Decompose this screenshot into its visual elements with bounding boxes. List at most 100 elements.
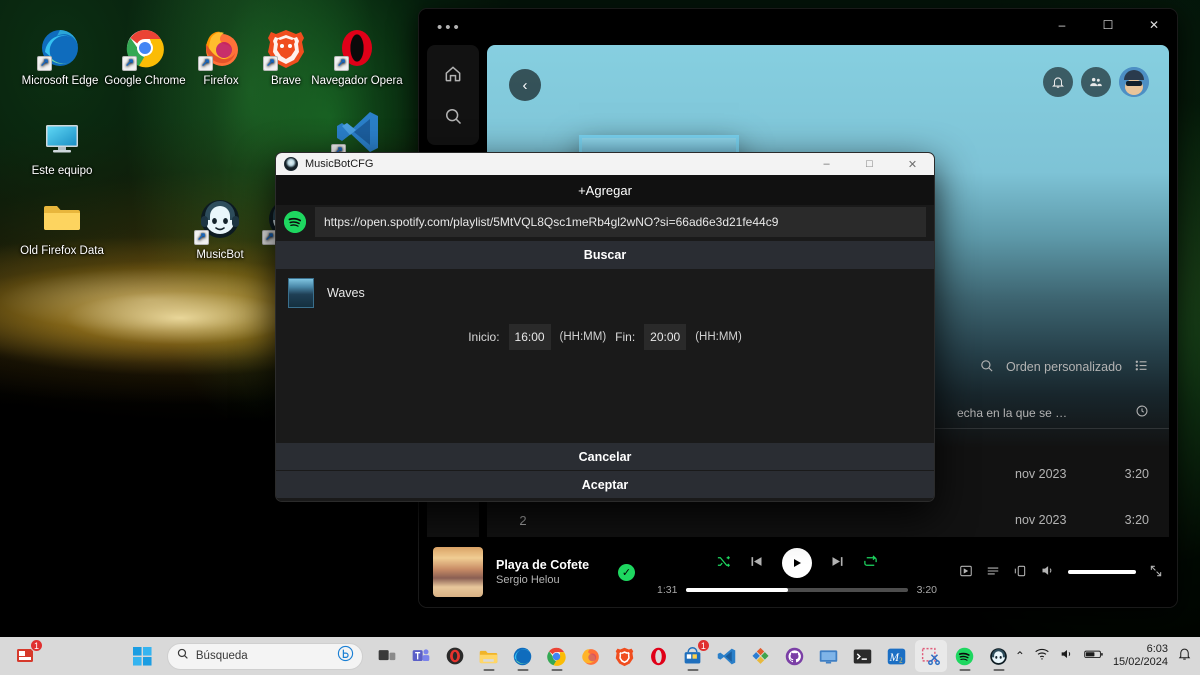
desktop-icon-this-pc[interactable]: Este equipo <box>14 116 110 178</box>
desktop-icon-old-firefox-data[interactable]: Old Firefox Data <box>14 196 110 258</box>
time-range-row: Inicio: (HH:MM) Fin: (HH:MM) <box>276 324 934 350</box>
bing-copilot-icon[interactable] <box>337 645 354 667</box>
column-date-added[interactable]: echa en la que se … <box>957 406 1107 420</box>
hero-actions <box>1043 67 1149 97</box>
desktop-icon-label: Navegador Opera <box>311 75 403 87</box>
search-result-item[interactable]: Waves <box>276 269 934 308</box>
maximize-button[interactable]: ☐ <box>1085 9 1131 41</box>
play-icon[interactable] <box>782 548 812 578</box>
sort-order-label[interactable]: Orden personalizado <box>1006 360 1122 374</box>
close-button[interactable]: ✕ <box>1131 9 1177 41</box>
volume-slider[interactable] <box>1068 570 1136 574</box>
search-icon[interactable] <box>979 358 994 376</box>
desktop-icon-edge[interactable]: ↗ Microsoft Edge <box>12 26 108 88</box>
end-time-hint: (HH:MM) <box>695 331 742 343</box>
clock-time: 6:03 <box>1146 643 1168 655</box>
vscode-icon[interactable] <box>711 640 743 672</box>
teams-icon[interactable] <box>405 640 437 672</box>
firefox-icon[interactable] <box>575 640 607 672</box>
add-button[interactable]: +Agregar <box>276 175 934 205</box>
previous-icon[interactable] <box>749 554 764 572</box>
bell-icon[interactable] <box>1177 646 1192 666</box>
dialog-close-button[interactable]: ✕ <box>891 153 934 175</box>
now-playing-title[interactable]: Playa de Cofete <box>496 558 608 573</box>
start-time-hint: (HH:MM) <box>559 331 607 343</box>
end-time-input[interactable] <box>644 324 687 350</box>
task-view-icon[interactable] <box>371 640 403 672</box>
vscode-icon: ↗ <box>331 106 384 159</box>
repeat-icon[interactable] <box>863 554 878 572</box>
chrome-icon[interactable] <box>541 640 573 672</box>
spotify-window-controls[interactable]: – ☐ ✕ <box>1039 9 1177 41</box>
dialog-maximize-button[interactable]: □ <box>848 153 891 175</box>
friends-icon[interactable] <box>1081 67 1111 97</box>
player-right-controls <box>959 563 1163 581</box>
taskbar-left: 1 <box>0 639 126 672</box>
track-date: nov 2023 <box>1015 513 1067 527</box>
dialog-window-controls[interactable]: – □ ✕ <box>805 153 934 175</box>
remote-desktop-icon[interactable] <box>813 640 845 672</box>
spotify-player-bar: Playa de Cofete Sergio Helou ✓ 1:31 3:20 <box>419 537 1177 607</box>
cancel-button[interactable]: Cancelar <box>276 442 934 470</box>
spotify-titlebar[interactable]: ••• – ☐ ✕ <box>419 9 1177 45</box>
visual-studio-icon[interactable] <box>745 640 777 672</box>
opera-gx-icon[interactable] <box>439 640 471 672</box>
terminal-icon[interactable] <box>847 640 879 672</box>
edge-icon[interactable] <box>507 640 539 672</box>
search-button[interactable]: Buscar <box>276 241 934 269</box>
list-view-icon[interactable] <box>1134 358 1149 376</box>
sidebar-item-home[interactable] <box>427 53 479 95</box>
github-desktop-icon[interactable] <box>779 640 811 672</box>
shortcut-arrow-icon: ↗ <box>263 56 278 71</box>
mail-notification-icon[interactable]: 1 <box>10 639 43 672</box>
next-icon[interactable] <box>830 554 845 572</box>
spotify-menu-dots-icon[interactable]: ••• <box>437 19 462 36</box>
volume-icon[interactable] <box>1040 563 1055 581</box>
snipping-tool-icon[interactable] <box>914 640 947 672</box>
desktop-background[interactable]: ↗ Microsoft Edge ↗ Google Chrome ↗ Firef… <box>0 0 1200 675</box>
spotify-icon[interactable] <box>949 640 981 672</box>
opera-icon[interactable] <box>643 640 675 672</box>
now-playing-artist[interactable]: Sergio Helou <box>496 573 608 587</box>
search-input[interactable]: Búsqueda <box>166 642 363 670</box>
back-button[interactable]: ‹ <box>509 69 541 101</box>
dialog-titlebar[interactable]: MusicBotCFG – □ ✕ <box>276 153 934 175</box>
chrome-icon: ↗ <box>122 26 167 71</box>
shuffle-icon[interactable] <box>716 554 731 572</box>
now-playing-view-icon[interactable] <box>959 564 973 581</box>
track-duration: 3:20 <box>1124 467 1149 481</box>
start-time-input[interactable] <box>508 324 551 350</box>
check-circle-icon[interactable]: ✓ <box>618 563 635 581</box>
dialog-footer: Cancelar Aceptar <box>276 442 934 501</box>
fullscreen-icon[interactable] <box>1149 564 1163 581</box>
battery-icon[interactable] <box>1084 646 1104 667</box>
microsoft-store-icon[interactable]: 1 <box>677 639 710 672</box>
desktop-icon-opera[interactable]: ↗ Navegador Opera <box>309 26 405 88</box>
musicbotcfg-dialog[interactable]: MusicBotCFG – □ ✕ +Agregar https://open.… <box>275 152 935 502</box>
volume-icon[interactable] <box>1059 646 1075 667</box>
dialog-minimize-button[interactable]: – <box>805 153 848 175</box>
bell-icon[interactable] <box>1043 67 1073 97</box>
nav-block-primary <box>427 45 479 145</box>
mathtype-icon[interactable]: M 2 <box>881 640 913 672</box>
show-hidden-icons-icon[interactable]: ⌃ <box>1015 649 1025 663</box>
connect-device-icon[interactable] <box>1013 564 1027 581</box>
avatar[interactable] <box>1119 67 1149 97</box>
progress-slider[interactable] <box>686 588 908 592</box>
shortcut-arrow-icon: ↗ <box>122 56 137 71</box>
player-controls: 1:31 3:20 <box>635 548 959 596</box>
sidebar-item-search[interactable] <box>427 95 479 137</box>
now-playing-artwork[interactable] <box>433 547 483 597</box>
musicbot-icon <box>284 157 298 171</box>
musicbot-icon[interactable] <box>983 640 1015 672</box>
clock[interactable]: 6:03 15/02/2024 <box>1113 643 1168 669</box>
file-explorer-icon[interactable] <box>473 640 505 672</box>
brave-icon[interactable] <box>609 640 641 672</box>
minimize-button[interactable]: – <box>1039 9 1085 41</box>
badge-count: 1 <box>696 639 710 652</box>
playlist-url-input[interactable] <box>315 207 926 237</box>
wifi-icon[interactable] <box>1034 646 1050 667</box>
accept-button[interactable]: Aceptar <box>276 470 934 498</box>
windows-start-icon[interactable] <box>126 640 160 672</box>
queue-icon[interactable] <box>986 564 1000 581</box>
